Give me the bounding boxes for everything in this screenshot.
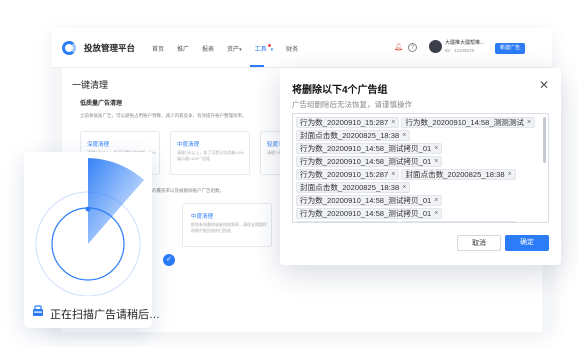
close-icon[interactable]: ✕ — [537, 78, 551, 92]
adgroup-tag: 行为数_20200910_14:58_测试拷贝_01 × — [296, 143, 443, 154]
adgroup-tag-label: 封面点击数_20200825_18:38 — [300, 183, 400, 192]
nav-item-assets-label: 资产 — [227, 47, 240, 53]
remove-tag-icon[interactable]: × — [402, 130, 406, 141]
user-name: 大疆推大疆帮推... — [445, 40, 485, 46]
adgroup-tag: 行为数_20200910_15:287× — [296, 169, 400, 180]
remove-tag-icon[interactable]: × — [434, 195, 438, 206]
adgroup-tag: 行为数_20200910_15:287× — [296, 117, 400, 128]
adgroup-tag-label: 行为数_20200910_14:58_测试拷贝_01 — [300, 157, 432, 166]
adgroup-tag-label: 行为数_20200910_14:58_测测测试 — [405, 118, 524, 127]
confirm-button[interactable]: 确定 — [505, 235, 549, 251]
card-title: 中度清理 — [191, 214, 214, 220]
nav-item-finance[interactable]: 财务 — [286, 44, 298, 53]
remove-tag-icon[interactable]: × — [434, 156, 438, 167]
avatar[interactable] — [429, 40, 442, 53]
remove-tag-icon[interactable]: × — [391, 169, 395, 180]
adgroup-tag-label: 行为数_20200910_14:58_测试拷贝_01 — [300, 144, 432, 153]
chevron-down-icon: ▾ — [239, 47, 242, 53]
help-icon[interactable]: ? — [408, 43, 417, 52]
radar-dot — [85, 206, 91, 212]
remove-tag-icon[interactable]: × — [508, 169, 512, 180]
remove-tag-icon[interactable]: × — [434, 208, 438, 219]
adgroup-tag: 封面点击数_20200825_18:38 × — [401, 221, 516, 222]
checkmark-icon: ✓ — [163, 254, 175, 266]
nav-item-tools-label: 工具 — [254, 47, 267, 53]
user-id: ID：12345678 — [445, 48, 475, 53]
card-desc: 依照有效删除或者投放频率，清理长期超时前期不能投放的日投放 — [191, 222, 267, 233]
remove-tag-icon[interactable]: × — [402, 182, 406, 193]
remove-tag-icon[interactable]: × — [508, 221, 512, 222]
adgroup-tag-label: 行为数_20200910_15:287 — [300, 118, 389, 127]
adgroup-tag: 行为数_20200910_14:58_测试拷贝_01 × — [296, 195, 443, 206]
cancel-button[interactable]: 取消 — [457, 235, 501, 251]
section-title: 低质量广告清理 — [80, 101, 123, 107]
adgroup-tag-label: 封面点击数_20200825_18:38 — [405, 221, 504, 222]
card-desc: 清理7天以上，花了可是日均消耗<5%展示量<100广告组 — [177, 150, 244, 161]
nav-item-reports[interactable]: 报表 — [202, 44, 214, 53]
adgroup-tag-label: 行为数_20200910_15:287 — [300, 221, 388, 222]
main-nav: 首页 推广 报表 资产▾ 工具 ▾ 财务 — [152, 44, 298, 53]
adgroup-tag: 行为数_20200910_14:58_测试拷贝_01 × — [296, 156, 443, 167]
adgroup-tag-label: 封面点击数_20200825_18:38 — [405, 170, 505, 179]
shopping-basket-icon — [33, 305, 43, 316]
card-title: 中度清理 — [177, 142, 200, 148]
nav-item-tools[interactable]: 工具 ▾ — [254, 44, 274, 53]
screenshot-stage: 投放管理平台 首页 推广 报表 资产▾ 工具 ▾ 财务 🔔︎ ? 大疆推大疆帮推.… — [0, 0, 577, 347]
adgroup-tag-label: 行为数_20200910_14:58_测试拷贝_01 — [300, 209, 432, 218]
remove-tag-icon[interactable]: × — [527, 117, 531, 128]
adgroup-tag: 行为数_20200910_15:287× — [296, 221, 400, 222]
adgroup-tag-label: 行为数_20200910_15:287 — [300, 170, 389, 179]
nav-item-home[interactable]: 首页 — [152, 44, 164, 53]
brand-name: 投放管理平台 — [84, 43, 136, 53]
top-bar: 投放管理平台 首页 推广 报表 资产▾ 工具 ▾ 财务 🔔︎ ? 大疆推大疆帮推.… — [52, 28, 552, 68]
active-tab-underline — [250, 65, 264, 67]
page-title: 一键清理 — [72, 80, 109, 90]
cleanup-card-medium[interactable]: 中度清理 清理7天以上，花了可是日均消耗<5%展示量<100广告组 — [170, 131, 250, 175]
scan-status-text: 正在扫描广告请稍后… — [50, 309, 160, 321]
radar-graphic — [24, 152, 152, 296]
card-title: 深度清理 — [87, 142, 110, 148]
new-ad-button[interactable]: 新建广告 — [495, 43, 525, 54]
cleanup-card-medium-2[interactable]: 中度清理 依照有效删除或者投放频率，清理长期超时前期不能投放的日投放 — [182, 203, 272, 247]
remove-tag-icon[interactable]: × — [434, 143, 438, 154]
remove-tag-icon[interactable]: × — [391, 221, 395, 222]
dialog-title: 将删除以下4个广告组 — [292, 85, 388, 96]
radar-sweep — [88, 158, 144, 244]
nav-item-promotion[interactable]: 推广 — [177, 44, 189, 53]
adgroup-tag: 行为数_20200910_14:58_测试拷贝_01 × — [296, 208, 443, 219]
nav-item-assets[interactable]: 资产▾ — [227, 44, 242, 53]
tag-container: 行为数_20200910_15:287 × 行为数_20200910_14:58_测… — [296, 117, 542, 222]
scrollbar[interactable] — [543, 117, 546, 163]
chevron-down-icon: ▾ — [270, 47, 274, 53]
bell-icon[interactable]: 🔔︎ — [394, 43, 403, 52]
dialog-subtitle: 广告组删除后无法恢复，请谨慎操作 — [292, 100, 412, 109]
adgroup-tag: 封面点击数_20200825_18:38× — [401, 169, 516, 180]
adgroup-tag-label: 封面点击数_20200825_18:38 — [300, 131, 400, 140]
user-info[interactable]: 大疆推大疆帮推... ID：12345678 — [445, 40, 484, 54]
adgroup-tag-list[interactable]: 行为数_20200910_15:287 × 行为数_20200910_14:58_测… — [292, 113, 549, 223]
delete-confirm-dialog: 将删除以下4个广告组 ✕ 广告组删除后无法恢复，请谨慎操作 行为数_202009… — [280, 68, 561, 265]
scan-widget: 正在扫描广告请稍后… — [24, 152, 160, 328]
adgroup-tag-label: 行为数_20200910_14:58_测试拷贝_01 — [300, 196, 432, 205]
logo-icon — [62, 41, 76, 55]
adgroup-tag: 封面点击数_20200825_18:38× — [296, 130, 411, 141]
adgroup-tag: 封面点击数_20200825_18:38× — [296, 182, 411, 193]
section-tip: 之前将低质广告，可以避免占用账户预算，减少内容竞争，有效提升账户整理效率。 — [80, 113, 247, 118]
adgroup-tag: 行为数_20200910_14:58_测测测试 × — [401, 117, 536, 128]
remove-tag-icon[interactable]: × — [391, 117, 395, 128]
